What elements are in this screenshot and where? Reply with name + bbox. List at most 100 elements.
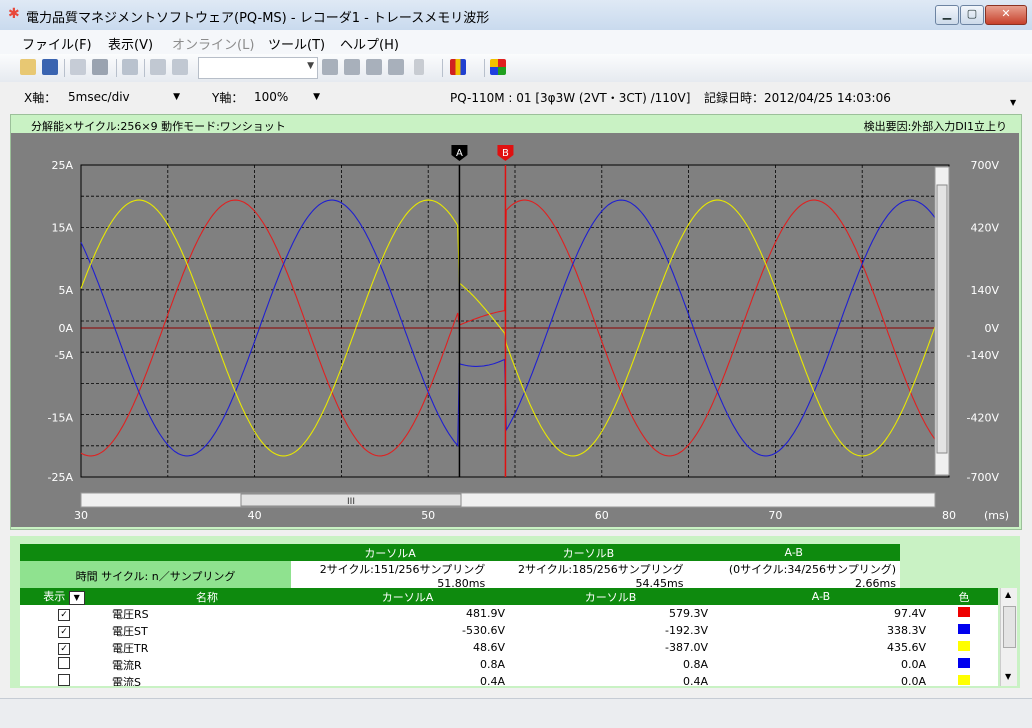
open-icon[interactable] [20,59,36,75]
toolbar-combo[interactable]: ▼ [198,57,318,79]
menu-online[interactable]: オンライン(L) [172,34,254,53]
y-right-tick-label: 420V [970,221,999,234]
show-checkbox[interactable]: ✓ [58,625,70,638]
h-scrollbar [80,492,936,508]
refresh-icon[interactable] [122,59,138,75]
color-swatch[interactable] [958,675,970,685]
upload-icon[interactable] [344,59,360,75]
time-row-label: 時間 サイクル: n／サンプリング [20,561,291,590]
row-cursor-a: -530.6V [462,624,505,637]
minimize-button[interactable]: ▁ [935,5,959,25]
chevron-down-icon: ▼ [313,92,320,102]
y-right-tick-label: 140V [970,284,999,297]
y-left-tick-label: -5A [55,349,74,362]
y-left-tick-label: -15A [48,412,74,425]
y-right-tick-label: -140V [967,349,1000,362]
paste-icon[interactable] [388,59,404,75]
col-display: 表示 ▼ [20,588,108,605]
table-row[interactable]: ✓ 電圧TR 48.6V -387.0V 435.6V [20,639,998,656]
chevron-down-icon: ▼ [173,92,180,102]
show-checkbox[interactable]: ✓ [58,642,70,655]
toolbar: ▼ [0,54,1032,83]
row-name: 電圧ST [112,624,148,638]
x-axis-select[interactable]: 5msec/div ▼ [64,87,184,107]
show-checkbox[interactable] [58,657,70,669]
col-name: 名称 [108,588,306,605]
copy-icon[interactable] [366,59,382,75]
cursor-a-header: カーソルA [290,544,490,561]
row-cursor-b: -387.0V [665,641,708,654]
menu-view[interactable]: 表示(V) [108,34,153,53]
color-swatch[interactable] [958,624,970,634]
y-right-tick-label: 700V [970,159,999,172]
cursor-b-header: カーソルB [489,544,688,561]
chart-info-right: 検出要因:外部入力DI1立上り [863,120,1007,133]
table-row[interactable]: 電流R 0.8A 0.8A 0.0A [20,656,998,673]
x-tick-label: 30 [74,509,88,522]
filter-dropdown-icon[interactable]: ▼ [68,591,85,605]
scroll-grip-label: III [347,497,355,507]
table-row[interactable]: ✓ 電圧RS 481.9V 579.3V 97.4V [20,605,998,622]
row-a-b: 435.6V [886,641,926,654]
row-cursor-b: 579.3V [668,607,708,620]
row-name: 電圧RS [112,607,149,621]
disconnect-icon[interactable] [172,59,188,75]
menu-help[interactable]: ヘルプ(H) [340,34,399,53]
y-left-tick-label: 25A [51,159,73,172]
home-icon[interactable] [70,59,86,75]
scroll-up-icon[interactable]: ▲ [1005,590,1011,599]
menu-file[interactable]: ファイル(F) [22,34,92,53]
menu-tools[interactable]: ツール(T) [268,34,325,53]
device-info: PQ-110M : 01 [3φ3W (2VT・3CT) /110V] [450,91,691,105]
color-palette-icon[interactable] [490,59,506,75]
print-icon[interactable] [92,59,108,75]
x-axis-value: 5msec/div [68,90,130,104]
x-tick-label: 40 [248,509,262,522]
scroll-thumb[interactable] [1003,606,1016,648]
axis-settings-bar: X軸： 5msec/div ▼ Y軸： 100% ▼ PQ-110M : 01 … [0,82,1032,112]
y-axis-value: 100% [254,90,289,104]
col-color: 色 [930,588,998,605]
cursor-b-time: 2サイクル:185/256サンプリング 54.45ms [517,563,684,590]
table-row[interactable]: ✓ 電圧ST -530.6V -192.3V 338.3V [20,622,998,639]
chart-info-left: 分解能×サイクル:256×9 動作モード:ワンショット [31,120,286,133]
window-title: 電力品質マネジメントソフトウェア(PQ-MS) - レコーダ1 - トレースメモ… [26,11,490,26]
save-icon[interactable] [42,59,58,75]
col-cursor-b: カーソルB [509,588,712,605]
download-icon[interactable] [322,59,338,75]
y-left-tick-label: 15A [51,221,73,234]
y-axis-select[interactable]: 100% ▼ [250,87,324,107]
table-scrollbar[interactable]: ▲ ▼ [1000,588,1017,686]
play-icon[interactable] [414,59,424,75]
color-swatch[interactable] [958,641,970,651]
maximize-button[interactable]: ▢ [960,5,984,25]
row-a-b: 338.3V [886,624,926,637]
row-a-b: 0.0A [900,658,926,671]
show-checkbox[interactable]: ✓ [58,608,70,621]
table-row[interactable]: 電流S 0.4A 0.4A 0.0A [20,673,998,686]
v-scroll-thumb [936,184,948,454]
row-name: 電流R [112,658,142,672]
chart-panel: 分解能×サイクル:256×9 動作モード:ワンショット 検出要因:外部入力DI1… [10,114,1022,530]
connect-icon[interactable] [150,59,166,75]
show-checkbox[interactable] [58,674,70,686]
a-b-header: A-B [687,544,900,561]
x-unit-label: (ms) [984,509,1009,522]
waveform-chart[interactable]: A B 25A 15A 5A 0A -5A -15A -25A 700V 420V 140V 0V -14… [11,133,1019,527]
color-swatch[interactable] [958,658,970,668]
row-cursor-b: -192.3V [665,624,708,637]
collapse-icon[interactable]: ▼ [1010,98,1016,107]
scroll-down-icon[interactable]: ▼ [1005,672,1011,681]
y-right-tick-label: 0V [984,322,999,335]
close-button[interactable]: ✕ [985,5,1027,25]
cursor-time-table: カーソルA カーソルB A-B 時間 サイクル: n／サンプリング 2サイクル:… [20,544,900,590]
row-cursor-a: 481.9V [465,607,505,620]
color-swatch[interactable] [958,607,970,617]
chart-icon[interactable] [450,59,466,75]
y-left-tick-label: -25A [48,471,74,484]
row-cursor-a: 48.6V [472,641,505,654]
y-right-tick-label: -420V [967,412,1000,425]
col-cursor-a: カーソルA [306,588,509,605]
x-tick-label: 80 [942,509,956,522]
data-panel: カーソルA カーソルB A-B 時間 サイクル: n／サンプリング 2サイクル:… [10,536,1020,688]
